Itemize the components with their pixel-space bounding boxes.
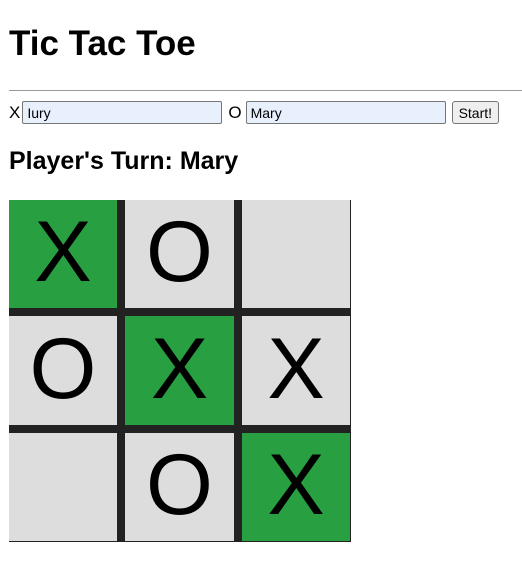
board-cell-3[interactable] (242, 200, 350, 308)
board-cell-1[interactable]: X (9, 200, 117, 308)
players-form: X O Start! (9, 101, 500, 124)
board-cell-4[interactable]: O (9, 316, 117, 425)
cell-mark: O (146, 437, 213, 533)
board-cell-8[interactable]: O (125, 433, 234, 541)
cell-mark: O (146, 204, 213, 300)
board-cell-2[interactable]: O (125, 200, 234, 308)
o-player-input[interactable] (245, 101, 446, 124)
board-cell-7[interactable] (9, 433, 117, 541)
board-cell-6[interactable]: X (242, 316, 350, 425)
turn-status: Player's Turn: Mary (9, 147, 239, 175)
board-cell-5[interactable]: X (125, 316, 234, 425)
cell-mark: X (150, 320, 209, 417)
cell-mark: O (29, 320, 97, 417)
o-player-label: O (228, 102, 242, 122)
page-title: Tic Tac Toe (9, 24, 196, 63)
game-board: X O O X X O X (9, 200, 351, 542)
cell-mark: X (267, 437, 325, 533)
cell-mark: X (34, 204, 92, 300)
start-button[interactable]: Start! (451, 101, 500, 124)
x-player-label: X (9, 102, 21, 122)
board-cell-9[interactable]: X (242, 433, 350, 541)
cell-mark: X (267, 320, 325, 417)
divider (9, 90, 522, 91)
x-player-input[interactable] (22, 101, 223, 124)
